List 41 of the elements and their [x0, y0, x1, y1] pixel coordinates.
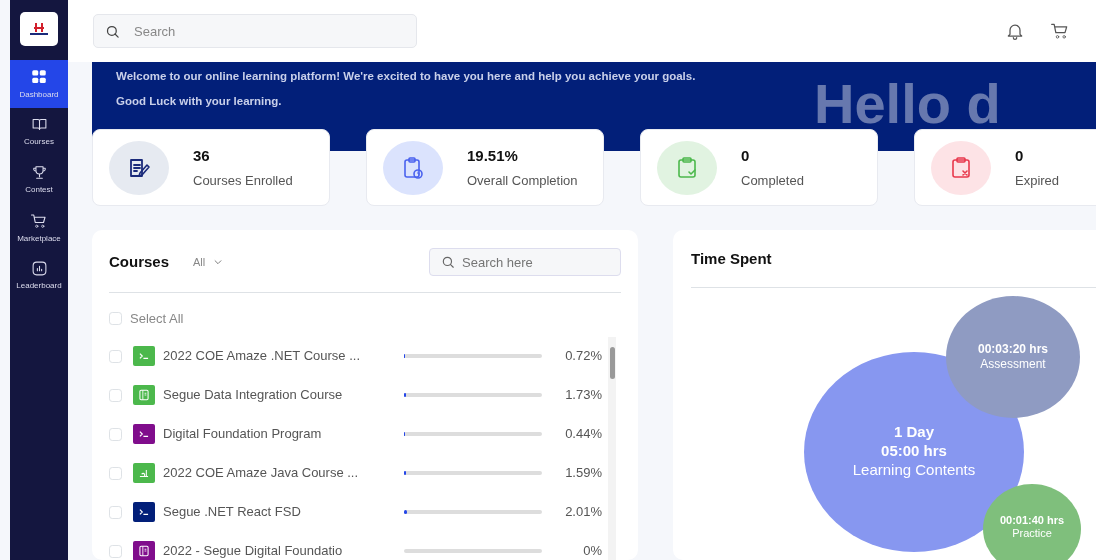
stat-label: Completed [741, 172, 804, 190]
select-all-label: Select All [130, 310, 184, 328]
bubble-day: 1 Day [894, 423, 934, 443]
bubble-label: Practice [1012, 527, 1052, 541]
search-field[interactable]: Search [93, 14, 417, 48]
sidebar-item[interactable]: Courses [10, 108, 68, 156]
sidebar-item[interactable]: Marketplace [10, 204, 68, 252]
welcome-text: Good Luck with your learning. [116, 94, 283, 110]
stat-value: 19.51% [467, 145, 519, 166]
progress-percent: 1.59% [564, 464, 602, 483]
filter-dropdown[interactable]: All [193, 253, 224, 271]
stat-value: 0 [1015, 145, 1025, 166]
greeting-text: Hello d [814, 76, 1001, 132]
bubble-label: Assessment [980, 356, 1046, 372]
stat-label: Overall Completion [467, 172, 578, 190]
search-field[interactable]: Search here [429, 248, 621, 276]
course-name[interactable]: Digital Foundation Program [163, 424, 398, 444]
panel-title: Time Spent [691, 250, 772, 267]
stat-label: Courses Enrolled [193, 172, 293, 190]
stat-value: 0 [741, 145, 751, 166]
sidebar-item[interactable]: Leaderboard [10, 252, 68, 300]
course-name[interactable]: Segue Data Integration Course [163, 385, 398, 405]
bubble-time: 00:03:20 hrs [977, 341, 1048, 357]
course-name[interactable]: Segue .NET React FSD [163, 502, 398, 522]
progress-percent: 2.01% [564, 503, 602, 522]
progress-percent: 0.72% [564, 347, 602, 366]
stat-label: Expired [1015, 172, 1060, 190]
bubble-time: 00:01:40 hrs [999, 513, 1065, 528]
sidebar-item[interactable]: Contest [10, 156, 68, 204]
course-name[interactable]: 2022 COE Amaze .NET Course ... [163, 346, 398, 366]
progress-percent: 0.44% [564, 425, 602, 444]
sidebar-item[interactable]: Dashboard [10, 60, 68, 108]
welcome-text: Welcome to our online learning platform! We're excited to have you here and help you achieve your goals. [116, 69, 697, 84]
panel-title: Courses [109, 251, 170, 272]
course-name[interactable]: 2022 - Segue Digital Foundatio [163, 541, 398, 560]
progress-percent: 1.73% [564, 386, 602, 405]
progress-percent: 0% [582, 542, 602, 560]
bubble-label: Learning Contents [852, 460, 976, 480]
stat-value: 36 [193, 145, 211, 166]
course-name[interactable]: 2022 COE Amaze Java Course ... [163, 463, 398, 483]
bubble-time: 05:00 hrs [881, 442, 947, 461]
